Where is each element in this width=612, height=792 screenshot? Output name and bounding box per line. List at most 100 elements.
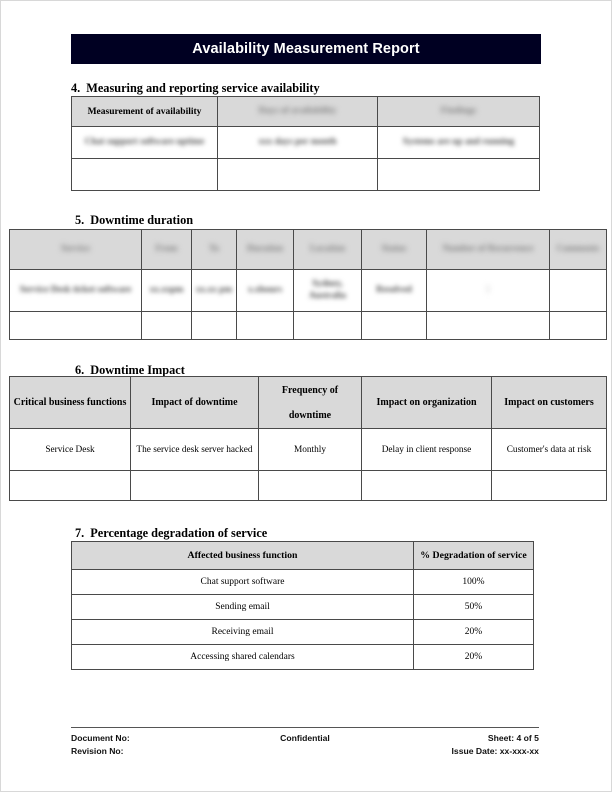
cell-degradation-percent: 20% [413,644,534,670]
section-number-4: 4. [71,81,81,95]
page-footer: Document No: Confidential Sheet: 4 of 5 … [71,727,539,759]
cell-duration: x.xhours [236,269,294,312]
table-header-row: Affected business function % Degradation… [71,541,534,570]
cell-value-redacted: Resolved [376,284,412,295]
cell-value-redacted: xx.xx pm [195,284,233,295]
header-label-redacted: From [155,243,178,254]
section-number-5: 5. [75,213,85,227]
header-label-redacted: To [209,243,219,254]
table-row: Receiving email 20% [71,619,534,645]
cell-to: xx.xx pm [191,269,237,312]
column-header-findings: Findings [377,96,540,127]
cell-frequency-of-downtime-empty [258,470,362,501]
table-row: Chat support software uptime xxx days pe… [71,126,540,159]
column-header-to: To [191,229,237,270]
cell-degradation-percent: 100% [413,569,534,595]
cell-value-redacted: 1 [485,284,491,295]
cell-from-empty [141,311,192,340]
header-label: Measurement of availability [87,106,202,117]
cell-value-redacted: Service Desk ticket software [19,284,132,295]
document-page: Availability Measurement Report 4. Measur… [0,0,612,792]
footer-document-no: Document No: [71,733,130,743]
cell-impact-on-organization: Delay in client response [361,428,492,471]
cell-value-redacted: Systems are up and running [402,136,515,147]
cell-comments [549,269,607,312]
table-row: Sending email 50% [71,594,534,620]
header-label-redacted: Number of Recurrence [442,243,534,254]
header-label: Impact of downtime [151,397,238,408]
table-header-row: Measurement of availability Days of avai… [71,96,540,127]
footer-row-top: Document No: Confidential Sheet: 4 of 5 [71,732,539,745]
table-row: Chat support software 100% [71,569,534,595]
cell-value-redacted: x.xhours [247,284,283,295]
column-header-service: Service [9,229,142,270]
report-title-banner: Availability Measurement Report [71,34,541,64]
cell-impact-of-downtime: The service desk server hacked [130,428,259,471]
cell-affected-business-function: Chat support software [71,569,414,595]
section-title-6: Downtime Impact [90,363,185,377]
header-label-redacted: Comments [556,243,600,254]
table-downtime-impact: Critical business functions Impact of do… [9,376,607,501]
cell-impact-on-organization-empty [361,470,492,501]
footer-confidential: Confidential [280,733,330,743]
cell-degradation-percent: 50% [413,594,534,620]
section-heading-4: 4. Measuring and reporting service availa… [71,81,320,96]
column-header-from: From [141,229,192,270]
section-heading-7: 7. Percentage degradation of service [75,526,267,541]
header-label: % Degradation of service [420,550,527,561]
footer-sheet-number: Sheet: 4 of 5 [487,733,539,743]
column-header-comments: Comments [549,229,607,270]
header-label-redacted: Duration [246,243,284,254]
cell-impact-on-customers-empty [491,470,607,501]
header-label-redacted: Location [309,243,346,254]
column-header-percent-degradation: % Degradation of service [413,541,534,570]
cell-from: xx.xxpm [141,269,192,312]
cell-critical-business-function: Service Desk [9,428,131,471]
cell-degradation-percent: 20% [413,619,534,645]
footer-issue-date: Issue Date: xx-xxx-xx [451,746,539,757]
header-label-line1: Frequency of [281,384,339,396]
table-header-row: Service From To Duration Location Status… [9,229,607,270]
cell-days-of-availability-empty [217,158,378,191]
table-header-row: Critical business functions Impact of do… [9,376,607,429]
table-row [71,158,540,191]
cell-impact-of-downtime-empty [130,470,259,501]
cell-impact-on-customers: Customer's data at risk [491,428,607,471]
cell-value-redacted: xxx days per month [258,136,337,147]
cell-comments-empty [549,311,607,340]
table-row: Service Desk The service desk server hac… [9,428,607,471]
table-row [9,470,607,501]
cell-number-of-recurrence: 1 [426,269,550,312]
header-label-redacted: Findings [440,105,477,116]
cell-number-of-recurrence-empty [426,311,550,340]
cell-measurement-empty [71,158,218,191]
table-row [9,311,607,340]
header-label-redacted: Status [381,243,407,254]
cell-affected-business-function: Sending email [71,594,414,620]
cell-days-of-availability: xxx days per month [217,126,378,159]
header-label-redacted: Service [61,243,90,254]
table-row: Service Desk ticket software xx.xxpm xx.… [9,269,607,312]
cell-service-empty [9,311,142,340]
column-header-critical-business-functions: Critical business functions [9,376,131,429]
cell-value-redacted: xx.xxpm [149,284,184,295]
cell-status: Resolved [361,269,427,312]
footer-row-bottom: Revision No: Issue Date: xx-xxx-xx [71,745,539,758]
column-header-number-of-recurrence: Number of Recurrence [426,229,550,270]
cell-duration-empty [236,311,294,340]
header-label: Affected business function [187,550,298,561]
table-measuring-reporting-availability: Measurement of availability Days of avai… [71,96,540,191]
header-label-line2: downtime [288,409,332,421]
cell-critical-business-function-empty [9,470,131,501]
column-header-location: Location [293,229,362,270]
header-label-spacer [262,396,358,410]
cell-value-redacted: Chat support software uptime [84,136,205,147]
section-heading-5: 5. Downtime duration [75,213,193,228]
footer-revision-no: Revision No: [71,746,124,757]
header-label-redacted: Days of availability [258,105,337,116]
cell-findings: Systems are up and running [377,126,540,159]
header-label: Impact on organization [376,397,477,408]
section-number-7: 7. [75,526,85,540]
cell-value-redacted: Sydney, Australia [308,278,347,301]
page-title: Availability Measurement Report [192,41,420,57]
